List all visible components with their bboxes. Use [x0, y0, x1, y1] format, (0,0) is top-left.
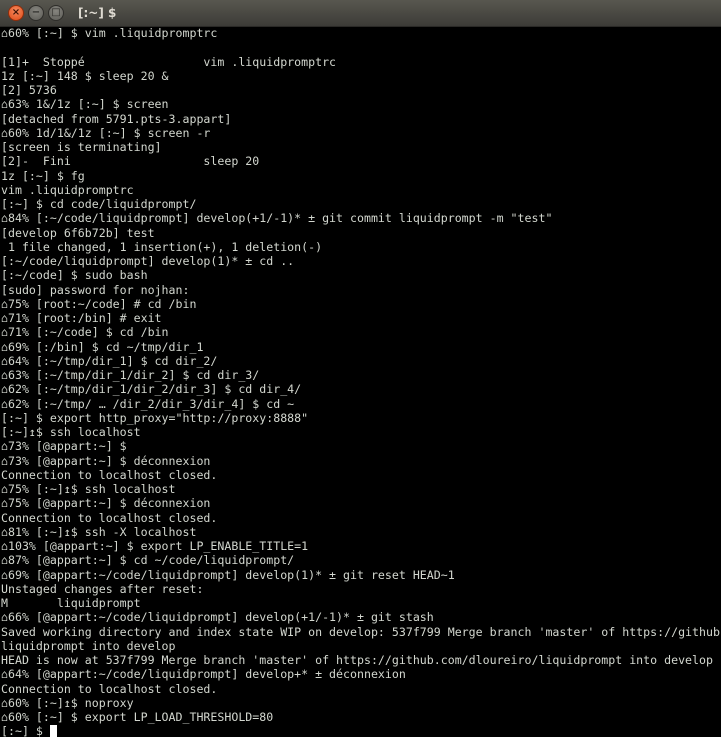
terminal-line: ⌂75% [@appart:~] $ déconnexion — [1, 496, 211, 511]
terminal-line: 1z [:~] 148 $ sleep 20 & — [1, 68, 169, 83]
terminal-line: ⌂60% [:~]↥$ noproxy — [1, 695, 134, 710]
terminal-line: ⌂69% [@appart:~/code/liquidprompt] devel… — [1, 567, 455, 582]
terminal-line: ⌂69% [:/bin] $ cd ~/tmp/dir_1 — [1, 339, 204, 354]
terminal-line: ⌂75% [:~]↥$ ssh localhost — [1, 482, 176, 496]
terminal-line: [:~/code] $ sudo bash — [1, 268, 148, 283]
terminal-line: ⌂60% [:~] $ vim .liquidpromptrc — [1, 26, 218, 40]
terminal-line: [:~/code/liquidprompt] develop(1)* ± cd … — [1, 254, 295, 268]
terminal-line: ⌂60% [:~] $ export LP_LOAD_THRESHOLD=80 — [1, 710, 274, 724]
terminal-line: [screen is terminating] — [1, 140, 162, 154]
text-cursor — [49, 725, 57, 737]
terminal-line: ⌂73% [@appart:~] $ — [1, 439, 127, 454]
terminal-line: Connection to localhost closed. — [1, 681, 218, 696]
terminal-window: × − □ [:~] $ ⌂60% [:~] $ vim .liquidprom… — [0, 0, 721, 737]
terminal-line: [2]- Fini sleep 20 — [1, 154, 260, 169]
terminal-line: ⌂63% 1&/1z [:~] $ screen — [1, 97, 169, 112]
terminal-line: [:~]↥$ ssh localhost — [1, 425, 141, 439]
terminal-line: ⌂87% [@appart:~] $ cd ~/code/liquidpromp… — [1, 553, 295, 568]
terminal-output[interactable]: ⌂60% [:~] $ vim .liquidpromptrc [1]+ Stop… — [1, 26, 721, 737]
terminal-line: M liquidprompt — [1, 596, 141, 610]
terminal-line: ⌂75% [root:~/code] # cd /bin — [1, 296, 197, 311]
title-bar: × − □ [:~] $ — [0, 0, 721, 27]
terminal-line: [2] 5736 — [1, 83, 57, 97]
terminal-line: ⌂71% [root:/bin] # exit — [1, 311, 162, 325]
terminal-line: 1z [:~] $ fg — [1, 168, 85, 183]
terminal-line: ⌂66% [@appart:~/code/liquidprompt] devel… — [1, 610, 434, 625]
terminal-line: HEAD is now at 537f799 Merge branch 'mas… — [1, 653, 713, 667]
terminal-line: ⌂103% [@appart:~] $ export LP_ENABLE_TIT… — [1, 539, 309, 553]
terminal-line: ⌂63% [:~/tmp/dir_1/dir_2] $ cd dir_3/ — [1, 368, 260, 382]
terminal-line: ⌂64% [@appart:~/code/liquidprompt] devel… — [1, 667, 406, 682]
terminal-line: Saved working directory and index state … — [1, 624, 720, 639]
terminal-line: vim .liquidpromptrc — [1, 182, 134, 197]
terminal-line: 1 file changed, 1 insertion(+), 1 deleti… — [1, 239, 323, 254]
terminal-line: Connection to localhost closed. — [1, 510, 218, 525]
terminal-line: ⌂62% [:~/tmp/ … /dir_2/dir_3/dir_4] $ cd… — [1, 396, 295, 411]
window-title: [:~] $ — [78, 6, 117, 20]
terminal-line: ⌂64% [:~/tmp/dir_1] $ cd dir_2/ — [1, 353, 218, 368]
terminal-line: [detached from 5791.pts-3.appart] — [1, 111, 232, 126]
terminal-line: [develop 6f6b72b] test — [1, 225, 155, 240]
terminal-line: [1]+ Stoppé vim .liquidpromptrc — [1, 54, 337, 69]
minimize-icon[interactable]: − — [28, 5, 44, 21]
terminal-line: ⌂73% [@appart:~] $ déconnexion — [1, 453, 211, 468]
terminal-line: ⌂71% [:~/code] $ cd /bin — [1, 325, 169, 340]
maximize-icon[interactable]: □ — [48, 5, 64, 21]
terminal-line: liquidprompt into develop — [1, 638, 176, 653]
terminal-line: [sudo] password for nojhan: — [1, 282, 190, 297]
terminal-line: Unstaged changes after reset: — [1, 581, 204, 596]
terminal-line: [:~] $ — [1, 724, 721, 737]
terminal-line: ⌂60% 1d/1&/1z [:~] $ screen -r — [1, 125, 211, 140]
terminal-line: Connection to localhost closed. — [1, 467, 218, 482]
terminal-line: ⌂84% [:~/code/liquidprompt] develop(+1/-… — [1, 211, 553, 226]
terminal-line: [:~] $ export http_proxy="http://proxy:8… — [1, 410, 309, 425]
terminal-line: ⌂62% [:~/tmp/dir_1/dir_2/dir_3] $ cd dir… — [1, 382, 302, 397]
close-icon[interactable]: × — [8, 5, 24, 21]
terminal-line: ⌂81% [:~]↥$ ssh -X localhost — [1, 524, 197, 539]
terminal-line: [:~] $ cd code/liquidprompt/ — [1, 197, 197, 211]
